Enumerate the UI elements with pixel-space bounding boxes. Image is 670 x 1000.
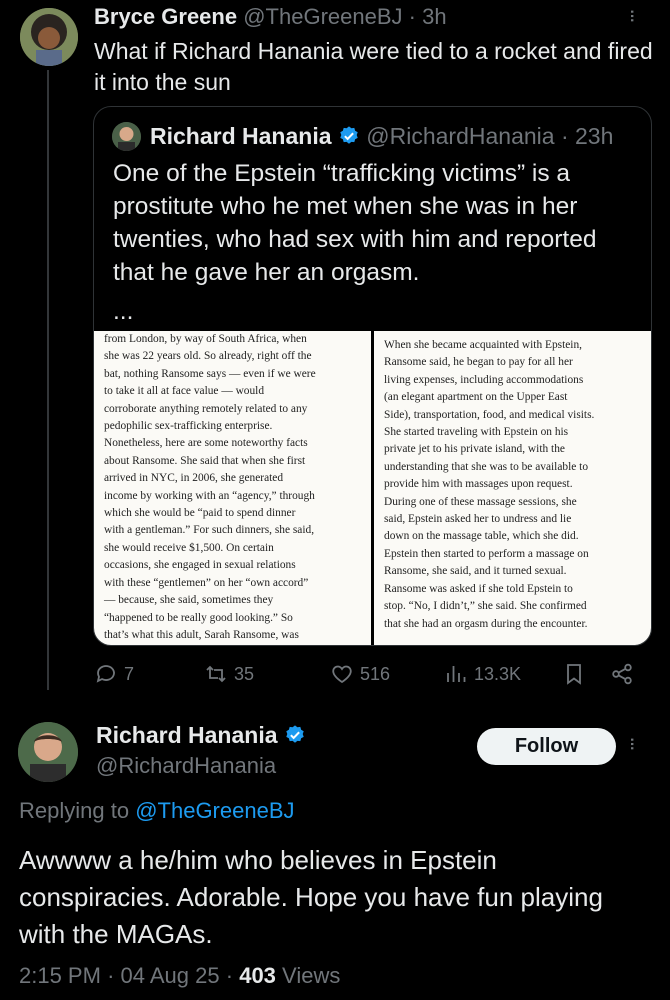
tweet2-author-handle[interactable]: @RichardHanania <box>96 753 276 779</box>
tweet2-author-name[interactable]: Richard Hanania <box>96 722 306 749</box>
like-count: 516 <box>360 663 391 684</box>
quote-header: Richard Hanania @RichardHanania · 23h <box>150 123 613 150</box>
tweet1-time[interactable]: · 3h <box>409 4 447 29</box>
page-text-line: Ransome said, he began to pay for all he… <box>384 356 573 369</box>
quote-author-handle: @RichardHanania <box>366 123 555 149</box>
repost-button[interactable]: 35 <box>204 662 254 686</box>
page-text-line: to take it all at face value — would <box>104 385 265 398</box>
page-text-line: Ransome, she said, and it turned sexual. <box>384 565 567 578</box>
quote-ellipsis: ... <box>113 298 134 325</box>
page-text-line: which she would be “paid to spend dinner <box>104 507 296 520</box>
share-button[interactable] <box>610 662 634 686</box>
page-text-line: that’s what this adult, Sarah Ransome, w… <box>104 628 299 641</box>
page-text-line: she was 22 years old. So already, right … <box>104 350 312 363</box>
page-text-line: — because, she said, sometimes they <box>104 594 274 607</box>
tweet2-date[interactable]: 04 Aug 25 <box>121 963 220 988</box>
page-text-line: provide him with massages upon request. <box>384 478 573 491</box>
page-text-line: occasions, she engaged in sexual relatio… <box>104 559 296 572</box>
tweet2-meta: 2:15 PM · 04 Aug 25 · 403 Views <box>19 963 341 988</box>
like-button[interactable]: 516 <box>330 662 390 686</box>
page-text-line: about Ransome. She said that when she fi… <box>104 454 306 467</box>
tweet1-header: Bryce Greene @TheGreeneBJ · 3h <box>94 4 447 30</box>
page-text-line: Side), transportation, food, and medical… <box>384 408 595 421</box>
reply-icon <box>96 665 115 683</box>
avatar-richard-hanania-small <box>112 122 141 151</box>
like-icon <box>332 665 352 684</box>
bookmark-button[interactable] <box>562 662 586 686</box>
thread-line <box>47 70 49 690</box>
more-icon[interactable]: ··· <box>620 8 646 21</box>
tweet1-author-handle[interactable]: @TheGreeneBJ <box>243 4 402 29</box>
verified-icon <box>340 126 358 144</box>
quote-body: One of the Epstein “trafficking victims”… <box>113 160 597 286</box>
tweet2-views-label: Views <box>282 963 341 988</box>
page-text-line: living expenses, including accommodation… <box>384 373 584 386</box>
replying-prefix: Replying to <box>19 798 130 823</box>
page-text-line: Epstein then started to perform a massag… <box>384 547 589 560</box>
repost-count: 35 <box>234 663 255 684</box>
page-text-line: said, Epstein asked her to undress and l… <box>384 513 572 526</box>
page-text-line: understanding that she was to be availab… <box>384 460 589 473</box>
share-icon <box>612 663 632 685</box>
page-text-line: During one of these massage sessions, sh… <box>384 495 577 508</box>
tweet2-time[interactable]: 2:15 PM <box>19 963 101 988</box>
page-text-line: “happened to be really good looking.” So <box>104 611 293 624</box>
verified-icon <box>286 725 304 743</box>
tweet1-text: What if Richard Hanania were tied to a r… <box>94 38 653 95</box>
page-text-line: arrived in NYC, in 2006, she generated <box>104 472 284 485</box>
page-text-line: down on the massage table, which she did… <box>384 530 579 543</box>
repost-icon <box>206 665 226 683</box>
page-text-line: corroborate anything remotely related to… <box>104 402 308 415</box>
page-text-line: stop. “No, I didn’t,” she said. She conf… <box>384 600 587 613</box>
quote-time: · 23h <box>560 123 614 149</box>
bookmark-icon <box>567 664 581 685</box>
tweet2-author-name-text: Richard Hanania <box>96 722 278 748</box>
quote-author-name: Richard Hanania <box>150 123 332 149</box>
tweet2-text: Awwww a he/him who believes in Epstein c… <box>19 845 603 949</box>
page-text-line: She started traveling with Epstein on hi… <box>384 426 569 439</box>
reply-count: 7 <box>124 663 135 684</box>
page-text-line: pedophilic sex-trafficking enterprise. <box>104 420 273 433</box>
quote-image-left[interactable]: from London, by way of South Africa, whe… <box>94 331 371 645</box>
page-text-line: she would receive $1,500. On certain <box>104 541 274 554</box>
quote-images[interactable]: from London, by way of South Africa, whe… <box>94 331 651 645</box>
page-text-line: with a gentleman.” For such dinners, she… <box>104 524 315 537</box>
views-button[interactable]: 13.3K <box>444 662 521 686</box>
page-text-line: income by working with an “agency,” thro… <box>104 489 315 502</box>
page-text-line: When she became acquainted with Epstein, <box>384 339 582 351</box>
quote-image-right[interactable]: When she became acquainted with Epstein,… <box>374 331 651 645</box>
replying-to: Replying to @TheGreeneBJ <box>19 798 295 824</box>
page-text-line: Ransome was asked if she told Epstein to <box>384 582 573 595</box>
follow-button[interactable]: Follow <box>477 728 616 765</box>
avatar-richard-hanania[interactable] <box>18 722 78 782</box>
quoted-tweet[interactable]: Richard Hanania @RichardHanania · 23h On… <box>93 106 652 646</box>
page-text-line: private jet to his private island, with … <box>384 443 565 456</box>
more-icon[interactable]: ··· <box>620 736 646 749</box>
avatar-bryce-greene[interactable] <box>20 8 78 66</box>
page-text-line: bat, nothing Ransome says — even if we w… <box>104 367 316 380</box>
page-text-line: that she had an orgasm during the encoun… <box>384 617 588 630</box>
page-text-line: (an elegant apartment on the Upper East <box>384 391 568 404</box>
tweet1-author-name[interactable]: Bryce Greene <box>94 4 237 29</box>
views-count: 13.3K <box>474 663 522 684</box>
reply-button[interactable]: 7 <box>94 662 134 686</box>
page-text-line: Nonetheless, here are some noteworthy fa… <box>104 437 308 450</box>
quote-text: One of the Epstein “trafficking victims”… <box>113 157 633 328</box>
views-icon <box>447 666 466 682</box>
tweet1-actions: 7 35 516 13.3K <box>94 658 654 694</box>
tweet2-views-count: 403 <box>239 963 276 988</box>
page-text-line: from London, by way of South Africa, whe… <box>104 333 307 345</box>
page-text-line: with these “gentlemen” on her “own accor… <box>104 576 309 589</box>
replying-to-link[interactable]: @TheGreeneBJ <box>135 798 294 823</box>
